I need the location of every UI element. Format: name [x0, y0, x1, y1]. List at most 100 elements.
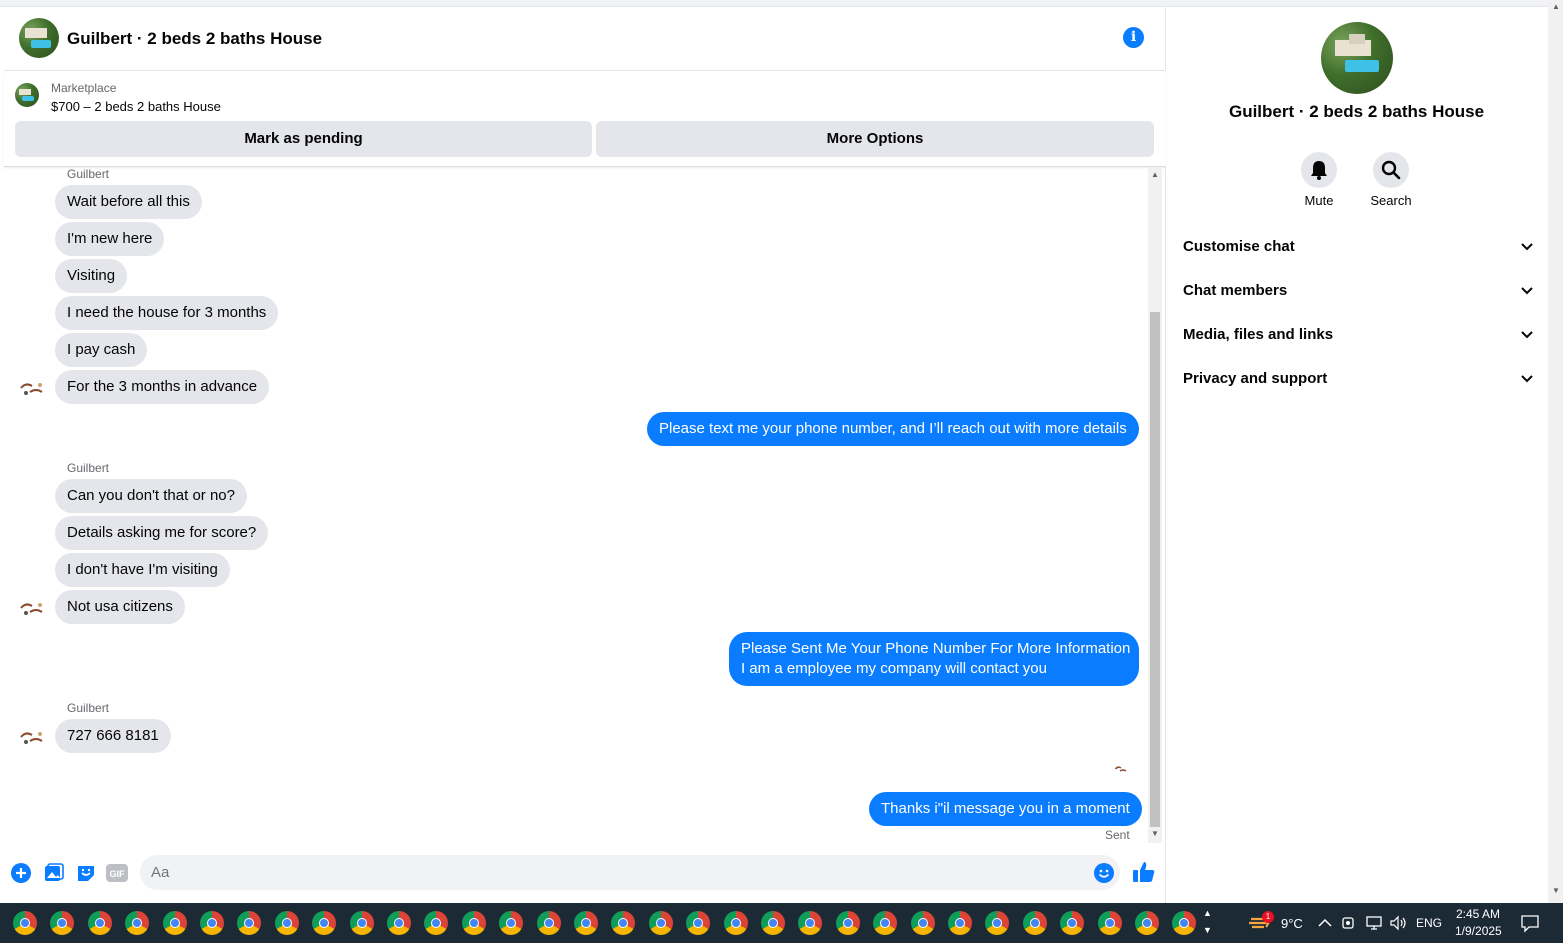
network-icon[interactable] [1365, 915, 1383, 931]
page-scroll-up-arrow[interactable]: ▲ [1552, 2, 1560, 11]
my-message-bubble[interactable]: Please Sent Me Your Phone Number For Mor… [729, 632, 1139, 686]
sender-avatar[interactable] [18, 723, 46, 751]
chrome-icon[interactable] [87, 911, 112, 935]
chrome-icon[interactable] [237, 911, 262, 935]
gif-icon[interactable]: GIF [106, 863, 128, 883]
taskbar-scroll-arrows[interactable]: ▲ ▼ [1203, 905, 1212, 939]
chevron-down-icon [1521, 243, 1533, 251]
chrome-icon[interactable] [200, 911, 224, 935]
weather-badge: 1 [1262, 911, 1274, 923]
chrome-icon[interactable] [50, 911, 75, 935]
sidebar-title: Guilbert · 2 beds 2 baths House [1228, 102, 1485, 121]
chrome-icon[interactable] [948, 911, 972, 935]
chrome-icon[interactable] [13, 911, 37, 935]
chrome-icon[interactable] [798, 911, 823, 935]
composer: GIF [4, 843, 1166, 903]
search-label: Search [1370, 193, 1412, 208]
photo-icon[interactable] [44, 863, 64, 883]
weather-temp[interactable]: 9°C [1281, 916, 1303, 931]
chrome-icon[interactable] [686, 911, 711, 935]
chevron-down-icon [1521, 287, 1533, 295]
chrome-icon[interactable] [611, 911, 636, 935]
details-sidebar: Guilbert · 2 beds 2 baths House Mute Sea… [1167, 7, 1548, 903]
chrome-icon[interactable] [536, 911, 561, 935]
chrome-icon[interactable] [985, 911, 1010, 935]
chrome-icon[interactable] [723, 911, 748, 935]
chrome-icon[interactable] [761, 911, 785, 935]
sender-name: Guilbert [67, 167, 110, 181]
chrome-icon[interactable] [312, 911, 337, 935]
section-media-files-links[interactable]: Media, files and links [1183, 313, 1533, 357]
clock-date[interactable]: 1/9/2025 [1455, 924, 1502, 938]
message-bubble[interactable]: Can you don't that or no? [55, 479, 247, 513]
message-bubble[interactable]: Details asking me for score? [55, 516, 269, 550]
sticker-icon[interactable] [76, 863, 96, 883]
search-button[interactable]: Search [1361, 152, 1421, 208]
page-scroll-down-arrow[interactable]: ▼ [1552, 886, 1560, 895]
chrome-icon[interactable] [387, 911, 411, 935]
chrome-icon[interactable] [461, 911, 486, 935]
chrome-icon[interactable] [1172, 911, 1197, 935]
scroll-down-arrow[interactable]: ▼ [1151, 829, 1159, 838]
emoji-icon[interactable] [1094, 863, 1114, 883]
chrome-icon[interactable] [835, 911, 860, 935]
message-bubble[interactable]: For the 3 months in advance [55, 370, 270, 404]
message-bubble[interactable]: I pay cash [55, 333, 148, 367]
section-label: Media, files and links [1183, 326, 1334, 343]
plus-icon[interactable] [11, 863, 31, 883]
chrome-icon[interactable] [424, 911, 449, 935]
scroll-up-arrow[interactable]: ▲ [1151, 170, 1159, 179]
sender-avatar[interactable] [18, 594, 46, 622]
chrome-icon[interactable] [1097, 911, 1122, 935]
chrome-icon[interactable] [873, 911, 898, 935]
message-bubble[interactable]: I'm new here [55, 222, 165, 256]
sidebar-listing-avatar[interactable] [1321, 22, 1393, 94]
section-privacy-support[interactable]: Privacy and support [1183, 357, 1533, 401]
chevron-down-icon [1521, 331, 1533, 339]
page-scrollbar[interactable]: ▲ ▼ [1548, 0, 1563, 903]
section-customise-chat[interactable]: Customise chat [1183, 225, 1533, 269]
chrome-icon[interactable] [125, 911, 150, 935]
svg-text:GIF: GIF [110, 869, 126, 879]
chat-panel: Guilbert · 2 beds 2 baths House i Market… [4, 7, 1166, 903]
language-indicator[interactable]: ENG [1416, 916, 1442, 930]
chrome-icon[interactable] [648, 911, 673, 935]
chrome-icon[interactable] [1022, 911, 1047, 935]
message-bubble[interactable]: I don't have I'm visiting [55, 553, 230, 587]
chrome-icon[interactable] [349, 911, 374, 935]
thumbs-up-icon[interactable] [1132, 861, 1156, 883]
scroll-thumb[interactable] [1150, 312, 1160, 827]
chrome-icon[interactable] [574, 911, 598, 935]
message-bubble[interactable]: 727 666 8181 [55, 719, 171, 753]
mute-button[interactable]: Mute [1289, 152, 1349, 208]
browser-top-strip [0, 0, 1548, 7]
meet-icon[interactable] [1342, 915, 1356, 931]
chrome-icon[interactable] [274, 911, 299, 935]
volume-icon[interactable] [1389, 915, 1407, 931]
chrome-icon[interactable] [1060, 911, 1085, 935]
message-list: Guilbert Wait before all this I'm new he… [4, 7, 1166, 826]
chrome-icon[interactable] [499, 911, 524, 935]
message-bubble[interactable]: Wait before all this [55, 185, 202, 219]
chevron-up-icon[interactable] [1318, 917, 1332, 929]
my-message-bubble[interactable]: Thanks i"il message you in a moment [869, 792, 1142, 826]
chevron-down-icon [1521, 375, 1533, 383]
sender-avatar[interactable] [18, 374, 46, 402]
message-bubble[interactable]: Not usa citizens [55, 590, 185, 624]
search-icon [1381, 160, 1401, 180]
messages-scrollbar[interactable]: ▲ ▼ [1148, 167, 1162, 843]
chrome-icon[interactable] [162, 911, 187, 935]
chrome-icon[interactable] [1135, 911, 1159, 935]
notification-icon[interactable] [1520, 913, 1540, 933]
clock-time[interactable]: 2:45 AM [1456, 907, 1500, 921]
my-message-line: Please Sent Me Your Phone Number For Mor… [741, 640, 1131, 657]
chrome-icon[interactable] [910, 911, 935, 935]
section-chat-members[interactable]: Chat members [1183, 269, 1533, 313]
message-input[interactable] [140, 855, 1120, 890]
my-message-bubble[interactable]: Please text me your phone number, and I’… [647, 412, 1139, 446]
message-bubble[interactable]: I need the house for 3 months [55, 296, 279, 330]
message-bubble[interactable]: Visiting [55, 259, 128, 293]
bell-icon [1311, 161, 1327, 180]
message-status: Sent [1105, 828, 1130, 842]
my-message-line: I am a employee my company will contact … [741, 660, 1047, 677]
